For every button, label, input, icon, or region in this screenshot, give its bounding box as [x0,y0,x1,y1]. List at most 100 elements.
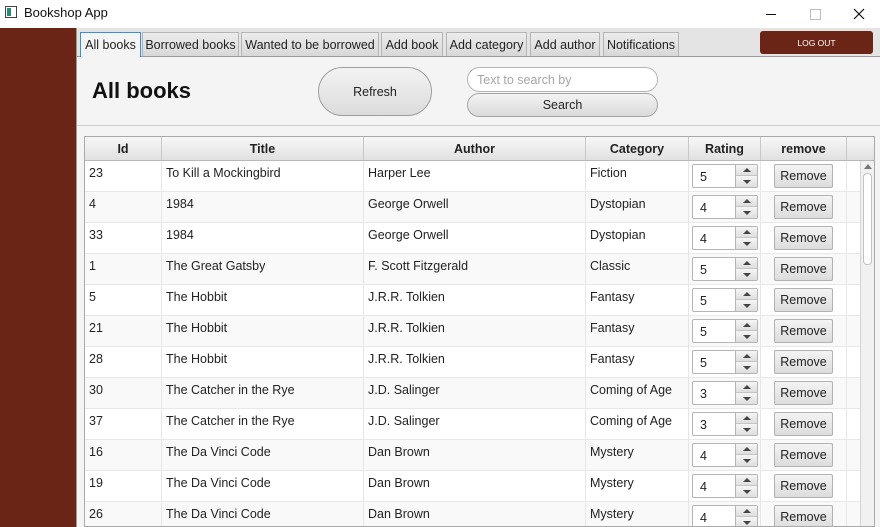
cell-remove: Remove [761,161,847,191]
spinner-increment-button[interactable] [735,444,757,455]
spinner-increment-button[interactable] [735,475,757,486]
tab-wanted-to-be-borrowed[interactable]: Wanted to be borrowed [241,32,379,56]
vertical-scrollbar[interactable] [860,161,874,526]
remove-button[interactable]: Remove [774,257,833,281]
spinner-increment-button[interactable] [735,506,757,517]
rating-spinner[interactable]: 5 [692,288,758,312]
rating-spinner[interactable]: 4 [692,474,758,498]
rating-spinner[interactable]: 5 [692,350,758,374]
table-row[interactable]: 19 The Da Vinci Code Dan Brown Mystery 4 Remo… [85,471,860,502]
rating-value[interactable]: 3 [700,387,707,401]
remove-button[interactable]: Remove [774,381,833,405]
scroll-up-icon[interactable] [864,164,872,169]
column-header-title[interactable]: Title [162,137,364,160]
remove-button[interactable]: Remove [774,226,833,250]
spinner-increment-button[interactable] [735,227,757,238]
rating-value[interactable]: 4 [700,449,707,463]
table-row[interactable]: 1 The Great Gatsby F. Scott Fitzgerald Clas… [85,254,860,285]
remove-button[interactable]: Remove [774,505,833,526]
rating-spinner[interactable]: 4 [692,195,758,219]
spinner-decrement-button[interactable] [735,269,757,280]
tab-all-books[interactable]: All books [80,32,141,57]
table-row[interactable]: 4 1984 George Orwell Dystopian 4 Remove [85,192,860,223]
column-header-id[interactable]: Id [85,137,162,160]
rating-spinner[interactable]: 3 [692,381,758,405]
column-header-remove[interactable]: remove [761,137,847,160]
tab-borrowed-books[interactable]: Borrowed books [142,32,239,56]
scrollbar-thumb[interactable] [863,173,872,265]
spinner-decrement-button[interactable] [735,207,757,218]
spinner-decrement-button[interactable] [735,300,757,311]
rating-spinner[interactable]: 5 [692,164,758,188]
rating-spinner[interactable]: 4 [692,505,758,526]
spinner-decrement-button[interactable] [735,455,757,466]
spinner-decrement-button[interactable] [735,238,757,249]
tab-add-book[interactable]: Add book [381,32,443,56]
remove-button[interactable]: Remove [774,195,833,219]
chevron-down-icon [742,272,751,277]
close-button[interactable] [836,0,880,28]
minimize-button[interactable] [748,0,794,28]
spinner-increment-button[interactable] [735,382,757,393]
rating-value[interactable]: 3 [700,418,707,432]
rating-value[interactable]: 5 [700,356,707,370]
rating-value[interactable]: 5 [700,263,707,277]
cell-id: 30 [85,378,162,408]
spinner-decrement-button[interactable] [735,176,757,187]
spinner-increment-button[interactable] [735,258,757,269]
table-row[interactable]: 16 The Da Vinci Code Dan Brown Mystery 4 Remo… [85,440,860,471]
column-header-rating[interactable]: Rating [689,137,761,160]
rating-spinner[interactable]: 5 [692,319,758,343]
rating-value[interactable]: 4 [700,480,707,494]
spinner-decrement-button[interactable] [735,331,757,342]
remove-button[interactable]: Remove [774,474,833,498]
cell-id: 28 [85,347,162,377]
rating-value[interactable]: 5 [700,294,707,308]
table-row[interactable]: 37 The Catcher in the Rye J.D. Salinger Com… [85,409,860,440]
rating-value[interactable]: 4 [700,232,707,246]
rating-value[interactable]: 5 [700,170,707,184]
table-row[interactable]: 26 The Da Vinci Code Dan Brown Mystery 4 Remo… [85,502,860,526]
tab-add-category[interactable]: Add category [446,32,527,56]
spinner-decrement-button[interactable] [735,486,757,497]
spinner-decrement-button[interactable] [735,362,757,373]
cell-title: The Hobbit [162,285,364,315]
rating-value[interactable]: 5 [700,325,707,339]
spinner-decrement-button[interactable] [735,393,757,404]
spinner-increment-button[interactable] [735,351,757,362]
table-row[interactable]: 33 1984 George Orwell Dystopian 4 Remove [85,223,860,254]
rating-spinner[interactable]: 5 [692,257,758,281]
remove-button[interactable]: Remove [774,164,833,188]
table-row[interactable]: 21 The Hobbit J.R.R. Tolkien Fantasy 5 Remove [85,316,860,347]
remove-button[interactable]: Remove [774,412,833,436]
table-row[interactable]: 5 The Hobbit J.R.R. Tolkien Fantasy 5 Remove [85,285,860,316]
spinner-increment-button[interactable] [735,289,757,300]
table-row[interactable]: 23 To Kill a Mockingbird Harper Lee Fiction… [85,161,860,192]
tab-notifications[interactable]: Notifications [603,32,679,56]
search-input[interactable] [467,67,658,92]
rating-value[interactable]: 4 [700,511,707,525]
spinner-increment-button[interactable] [735,320,757,331]
spinner-decrement-button[interactable] [735,424,757,435]
search-button[interactable]: Search [467,93,658,117]
rating-value[interactable]: 4 [700,201,707,215]
spinner-increment-button[interactable] [735,413,757,424]
logout-button[interactable]: LOG OUT [760,31,873,54]
remove-button[interactable]: Remove [774,443,833,467]
spinner-increment-button[interactable] [735,165,757,176]
column-header-author[interactable]: Author [364,137,586,160]
table-row[interactable]: 28 The Hobbit J.R.R. Tolkien Fantasy 5 Remove [85,347,860,378]
refresh-button[interactable]: Refresh [318,67,432,116]
table-row[interactable]: 30 The Catcher in the Rye J.D. Salinger Com… [85,378,860,409]
tab-add-author[interactable]: Add author [530,32,600,56]
rating-spinner[interactable]: 3 [692,412,758,436]
remove-button[interactable]: Remove [774,288,833,312]
spinner-decrement-button[interactable] [735,517,757,526]
maximize-button[interactable] [792,0,838,28]
rating-spinner[interactable]: 4 [692,443,758,467]
column-header-category[interactable]: Category [586,137,689,160]
remove-button[interactable]: Remove [774,350,833,374]
remove-button[interactable]: Remove [774,319,833,343]
spinner-increment-button[interactable] [735,196,757,207]
rating-spinner[interactable]: 4 [692,226,758,250]
